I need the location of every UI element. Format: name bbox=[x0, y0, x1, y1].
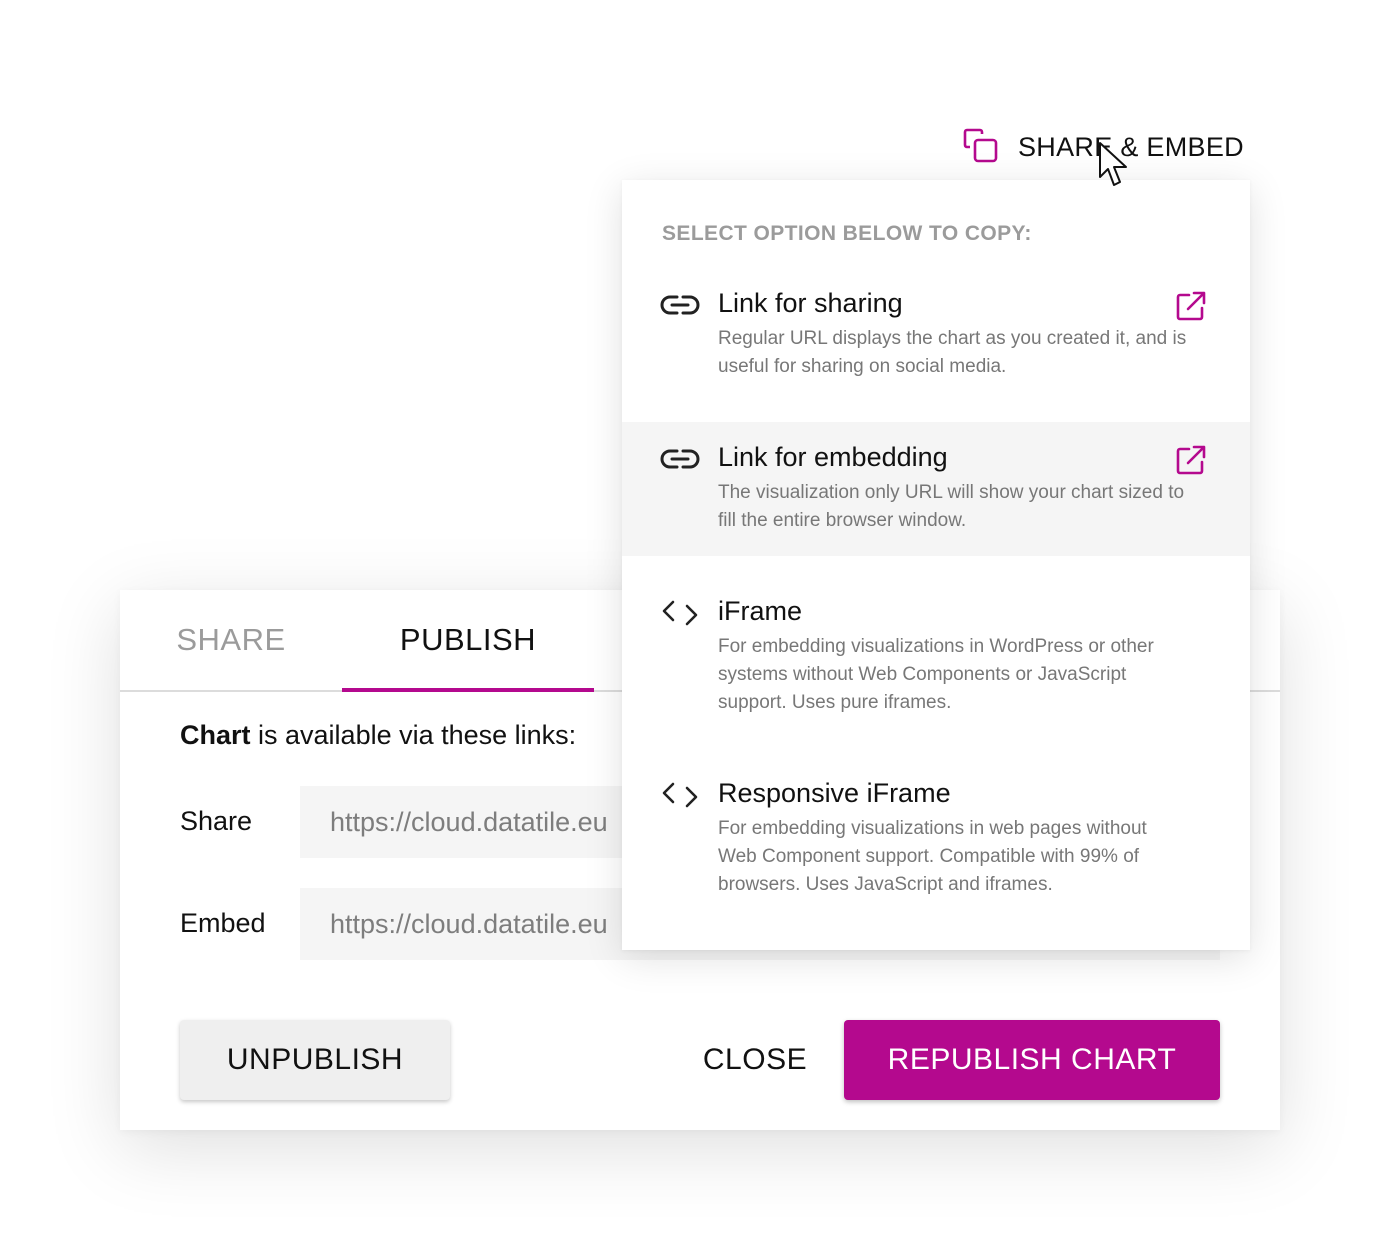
tab-publish[interactable]: PUBLISH bbox=[342, 590, 594, 690]
copy-icon bbox=[963, 128, 998, 163]
link-icon bbox=[660, 449, 700, 469]
embed-field-label: Embed bbox=[180, 908, 266, 938]
stage: SHARE PUBLISH Chart is available via the… bbox=[0, 0, 1400, 1254]
mouse-cursor-icon bbox=[1099, 142, 1127, 186]
menu-item-link-sharing[interactable]: Link for sharing Regular URL displays th… bbox=[622, 266, 1250, 422]
unpublish-button[interactable]: UNPUBLISH bbox=[180, 1020, 450, 1100]
code-icon bbox=[662, 782, 698, 808]
menu-item-description: Regular URL displays the chart as you cr… bbox=[718, 328, 1187, 377]
link-icon bbox=[660, 295, 700, 315]
links-intro: Chart is available via these links: bbox=[180, 720, 576, 751]
close-button[interactable]: CLOSE bbox=[685, 1020, 825, 1100]
intro-text: is available via these links: bbox=[250, 720, 577, 750]
menu-item-title: Link for embedding bbox=[718, 442, 948, 472]
share-embed-menu: SELECT OPTION BELOW TO COPY: Link for sh… bbox=[622, 180, 1250, 950]
menu-item-description: The visualization only URL will show you… bbox=[718, 482, 1185, 531]
intro-chart-name: Chart bbox=[180, 720, 251, 750]
menu-item-responsive-iframe[interactable]: Responsive iFrame For embedding visualiz… bbox=[622, 758, 1250, 918]
external-link-icon[interactable] bbox=[1174, 443, 1208, 477]
tab-share[interactable]: SHARE bbox=[120, 590, 342, 690]
menu-header: SELECT OPTION BELOW TO COPY: bbox=[662, 222, 1032, 245]
menu-item-description: For embedding visualizations in WordPres… bbox=[718, 636, 1154, 713]
share-embed-label: SHARE & EMBED bbox=[1018, 131, 1244, 162]
menu-item-title: Link for sharing bbox=[718, 288, 903, 318]
external-link-icon[interactable] bbox=[1174, 289, 1208, 323]
menu-item-link-embedding[interactable]: Link for embedding The visualization onl… bbox=[622, 422, 1250, 556]
active-tab-indicator bbox=[342, 688, 594, 692]
share-field-label: Share bbox=[180, 806, 253, 836]
menu-item-title: Responsive iFrame bbox=[718, 778, 951, 808]
code-icon bbox=[662, 600, 698, 626]
menu-item-description: For embedding visualizations in web page… bbox=[718, 818, 1147, 895]
republish-chart-button[interactable]: REPUBLISH CHART bbox=[844, 1020, 1220, 1100]
menu-item-title: iFrame bbox=[718, 596, 803, 626]
menu-item-iframe[interactable]: iFrame For embedding visualizations in W… bbox=[622, 576, 1250, 736]
